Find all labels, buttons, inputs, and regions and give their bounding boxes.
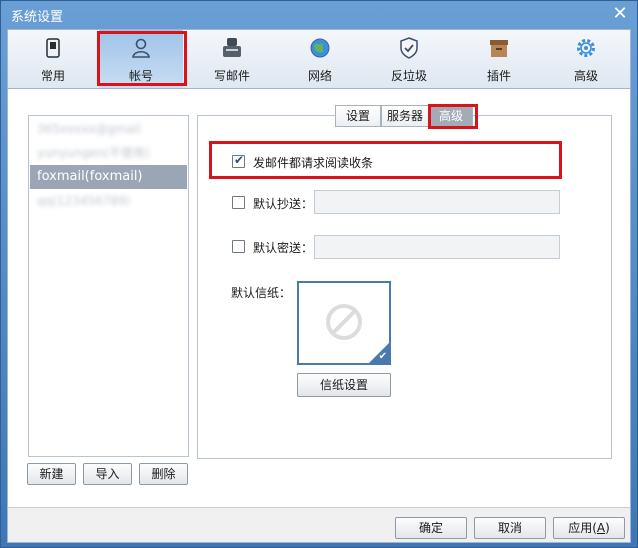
tool-network[interactable]: 网络 — [278, 30, 362, 88]
checkbox-box[interactable] — [232, 240, 245, 253]
account-item[interactable]: 365xxxxx@gmail — [30, 117, 187, 141]
read-receipt-checkbox[interactable]: ✔ 发邮件都请求阅读收条 — [232, 152, 492, 172]
tool-advanced[interactable]: 高级 — [544, 30, 628, 88]
default-cc-checkbox[interactable]: 默认抄送： — [232, 193, 322, 213]
category-toolbar: 常用 帐号 写邮件 网络 反垃圾 插件 高级 — [7, 29, 631, 89]
plugin-box-icon — [490, 40, 508, 57]
tool-antispam[interactable]: 反垃圾 — [367, 30, 451, 88]
user-icon — [132, 38, 150, 58]
shield-icon — [400, 37, 418, 59]
dialog-footer: 确定 取消 应用(A) — [7, 507, 631, 543]
read-receipt-label: 发邮件都请求阅读收条 — [253, 156, 374, 170]
gear-icon — [577, 39, 595, 57]
close-icon[interactable]: ✕ — [609, 4, 631, 26]
settings-window: 系统设置 ✕ 常用 帐号 写邮件 网络 反垃圾 插件 高级 365xxxxx@g… — [0, 0, 638, 548]
globe-icon — [310, 38, 330, 58]
cancel-button[interactable]: 取消 — [474, 517, 546, 539]
settings-content: 365xxxxx@gmail yunyungen(不使用) foxmail(fo… — [7, 89, 631, 507]
account-item-selected[interactable]: foxmail(foxmail) — [30, 165, 187, 189]
tool-account[interactable]: 帐号 — [99, 30, 183, 88]
window-title: 系统设置 — [11, 10, 64, 25]
no-stationery-icon — [326, 304, 362, 340]
tab-settings[interactable]: 设置 — [335, 105, 381, 127]
checkbox-box[interactable] — [232, 196, 245, 209]
default-cc-label: 默认抄送： — [253, 197, 314, 211]
tab-server[interactable]: 服务器 — [381, 105, 429, 127]
account-list[interactable]: 365xxxxx@gmail yunyungen(不使用) foxmail(fo… — [28, 115, 189, 457]
account-item[interactable]: yunyungen(不使用) — [30, 141, 187, 165]
default-bcc-input[interactable] — [314, 235, 560, 259]
compose-icon — [223, 38, 241, 57]
tab-advanced[interactable]: 高级 — [429, 105, 473, 127]
tool-compose[interactable]: 写邮件 — [190, 30, 274, 88]
check-icon: ✔ — [378, 351, 387, 362]
phone-icon — [46, 38, 60, 58]
apply-button[interactable]: 应用(A) — [553, 517, 625, 539]
account-item[interactable]: qq(123456789) — [30, 189, 187, 213]
delete-account-button[interactable]: 删除 — [139, 463, 188, 485]
stationery-preview[interactable]: ✔ — [297, 281, 391, 365]
checkbox-box[interactable]: ✔ — [232, 153, 245, 168]
ok-button[interactable]: 确定 — [395, 517, 467, 539]
tool-general[interactable]: 常用 — [11, 30, 95, 88]
import-account-button[interactable]: 导入 — [83, 463, 132, 485]
title-bar: 系统设置 ✕ — [1, 1, 637, 29]
default-stationery-label: 默认信纸： — [231, 286, 292, 300]
default-bcc-checkbox[interactable]: 默认密送： — [232, 237, 322, 257]
stationery-settings-button[interactable]: 信纸设置 — [297, 373, 391, 397]
default-cc-input[interactable] — [314, 190, 560, 214]
new-account-button[interactable]: 新建 — [27, 463, 76, 485]
default-bcc-label: 默认密送： — [253, 241, 314, 255]
check-icon: ✔ — [234, 153, 245, 167]
tool-plugins[interactable]: 插件 — [457, 30, 541, 88]
